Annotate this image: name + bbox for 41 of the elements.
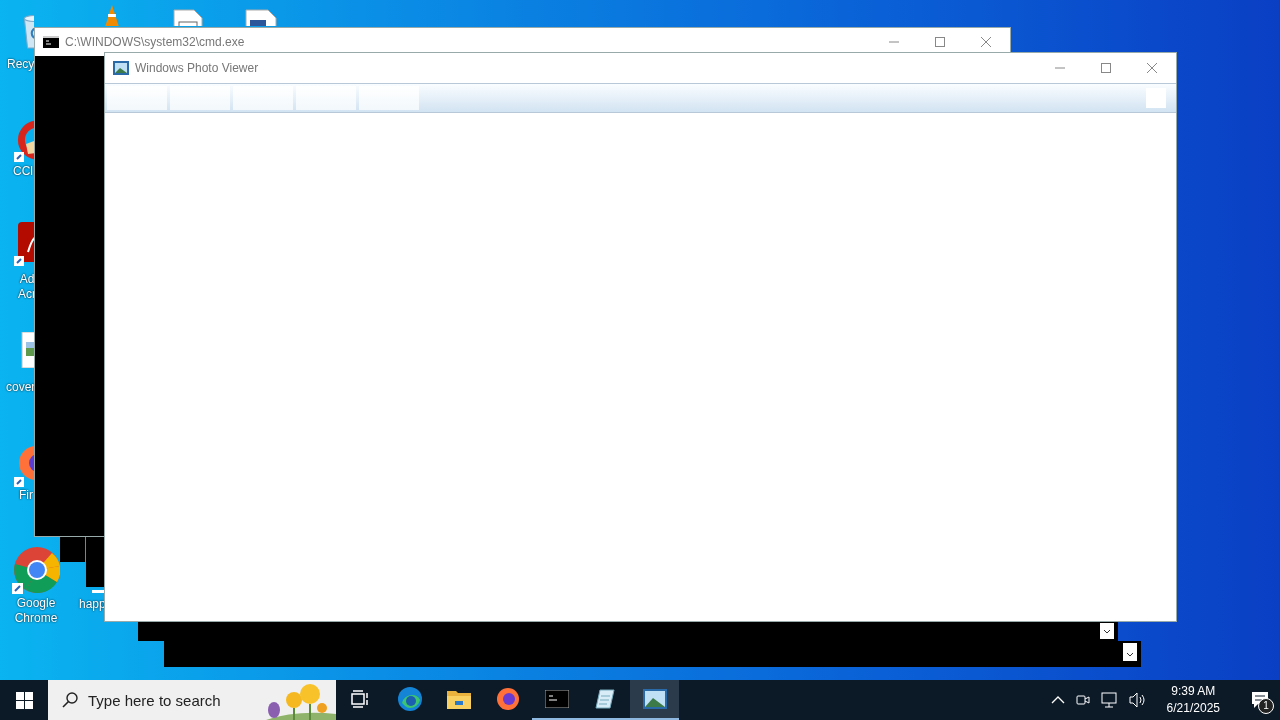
browser-icon[interactable]: [396, 686, 423, 712]
date-text: 6/21/2025: [1166, 700, 1220, 717]
console-icon: [43, 36, 59, 48]
network-icon[interactable]: [1100, 692, 1119, 708]
icon-label[interactable]: Ad Acr: [18, 272, 36, 302]
search-field[interactable]: Type here to search: [48, 680, 336, 720]
window-title: Windows Photo Viewer: [135, 61, 260, 75]
image-file-icon[interactable]: [20, 332, 34, 368]
notifications-button[interactable]: 1: [1240, 680, 1280, 720]
windows-logo-icon: [15, 691, 33, 709]
icon-label[interactable]: CCl: [13, 164, 33, 179]
clock[interactable]: 9:39 AM 6/21/2025: [1156, 683, 1230, 717]
taskbar-button[interactable]: [630, 680, 679, 720]
console-icon[interactable]: [544, 690, 569, 708]
maximize-icon[interactable]: [934, 36, 946, 48]
maximize-icon[interactable]: [1100, 62, 1112, 74]
window-title: C:\WINDOWS\system32\cmd.exe: [65, 35, 246, 49]
icon-label[interactable]: Google Chrome: [0, 596, 72, 626]
document-icon[interactable]: [170, 8, 206, 26]
camera-icon[interactable]: [1074, 692, 1091, 708]
task-view-icon[interactable]: [350, 690, 371, 708]
notepad-icon[interactable]: [594, 688, 617, 710]
search-icon: [62, 692, 78, 708]
chevron-up-icon[interactable]: [1050, 695, 1065, 705]
icon-label[interactable]: Fir: [19, 488, 33, 503]
browser-icon[interactable]: [495, 687, 520, 711]
browser-icon[interactable]: [12, 546, 60, 594]
pdf-app-icon[interactable]: [14, 222, 34, 266]
notification-count: 1: [1258, 698, 1274, 714]
time-text: 9:39 AM: [1171, 683, 1216, 700]
photo-icon[interactable]: [642, 689, 667, 709]
photo-icon: [113, 61, 129, 75]
dropdown-icon[interactable]: [1100, 623, 1114, 639]
volume-icon[interactable]: [1128, 692, 1147, 708]
close-icon[interactable]: [980, 36, 992, 48]
icon-label[interactable]: cover: [6, 380, 36, 395]
close-icon[interactable]: [1146, 62, 1158, 74]
dropdown-icon[interactable]: [1123, 643, 1137, 661]
icon-label[interactable]: Recy: [7, 57, 35, 72]
broom-c-icon[interactable]: [12, 118, 34, 162]
folder-icon[interactable]: [446, 689, 471, 709]
